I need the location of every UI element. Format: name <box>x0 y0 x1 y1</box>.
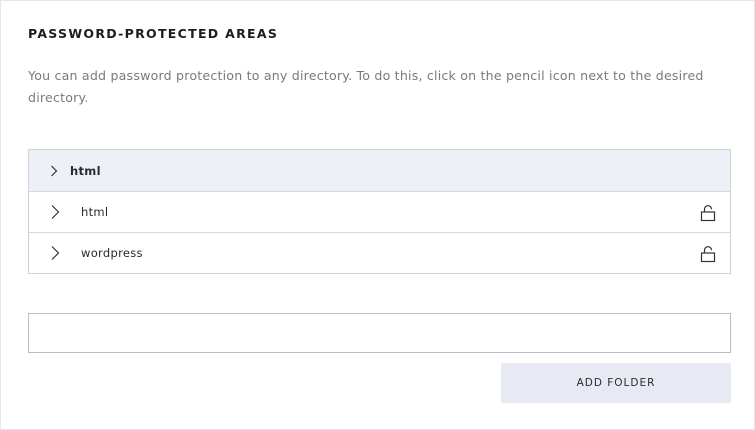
add-folder-button[interactable]: ADD FOLDER <box>501 363 731 403</box>
tree-root-row[interactable]: html <box>29 150 730 191</box>
folder-name-input[interactable] <box>28 313 731 353</box>
tree-row-html[interactable]: html <box>29 191 730 232</box>
chevron-right-icon[interactable] <box>50 163 60 179</box>
password-protected-areas-panel: PASSWORD-PROTECTED AREAS You can add pas… <box>0 0 755 430</box>
section-description: You can add password protection to any d… <box>28 68 704 105</box>
tree-item-label: html <box>81 205 109 219</box>
tree-root-label: html <box>70 163 101 178</box>
chevron-right-icon[interactable] <box>50 204 60 220</box>
directory-tree: html html wordpress <box>28 149 731 274</box>
tree-row-wordpress[interactable]: wordpress <box>29 232 730 273</box>
unlocked-padlock-icon[interactable] <box>699 204 717 222</box>
chevron-right-icon[interactable] <box>50 245 60 261</box>
tree-item-label: wordpress <box>81 246 143 260</box>
section-title: PASSWORD-PROTECTED AREAS <box>28 26 279 41</box>
unlocked-padlock-icon[interactable] <box>699 245 717 263</box>
